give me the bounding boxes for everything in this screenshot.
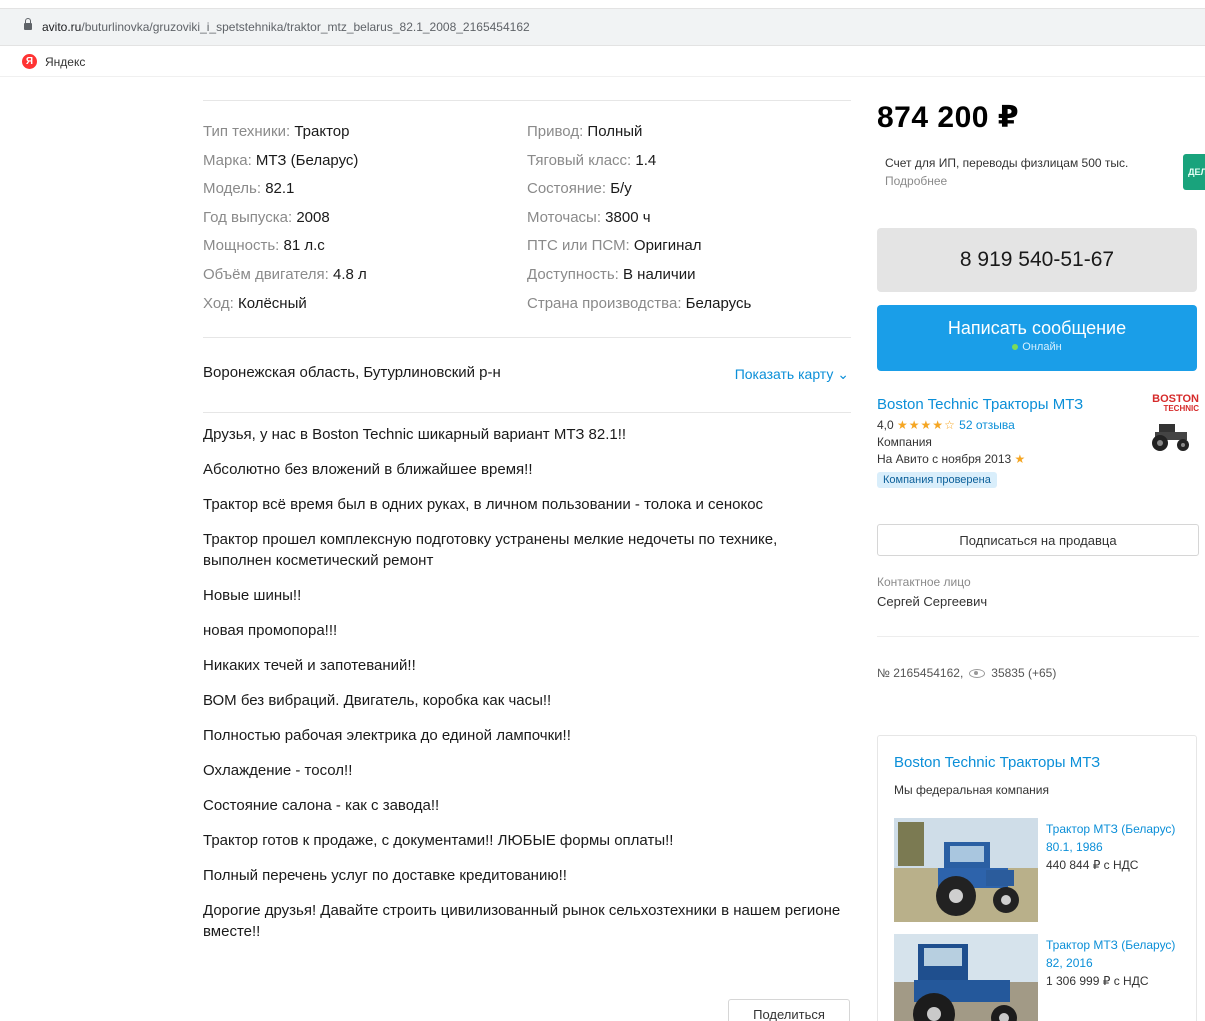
params-right: Привод: Полный Тяговый класс: 1.4 Состоя… — [527, 121, 851, 321]
description-line: Дорогие друзья! Давайте строить цивилизо… — [203, 902, 841, 940]
yandex-icon: Я — [22, 54, 37, 69]
bank-icon[interactable]: ДЕЛО — [1183, 154, 1205, 190]
tractor-photo-icon — [894, 818, 1038, 922]
credit-more-link[interactable]: Подробнее — [885, 174, 947, 188]
online-status: Онлайн — [877, 341, 1197, 353]
logo-line2: TECHNIC — [1163, 404, 1199, 413]
param-row: Состояние: Б/у — [527, 180, 632, 198]
show-map-link[interactable]: Показать карту ⌄ — [735, 366, 849, 383]
verified-badge: Компания проверена — [877, 472, 997, 488]
bookmarks-bar: Я Яндекс — [0, 47, 1205, 77]
browser-address-bar[interactable]: avito.ru/buturlinovka/gruzoviki_i_spetst… — [0, 8, 1205, 46]
sidebar: 874 200 ₽ Счет для ИП, переводы физлицам… — [877, 100, 1205, 1021]
description-line: ВОМ без вибраций. Двигатель, коробка как… — [203, 692, 552, 709]
bookmark-yandex[interactable]: Я Яндекс — [22, 54, 85, 69]
rating-stars-icon: ★★★★☆ — [897, 418, 956, 432]
contact-label: Контактное лицо — [877, 575, 971, 589]
location-row: Воронежская область, Бутурлиновский р-н … — [203, 338, 851, 412]
divider — [203, 412, 851, 414]
chevron-down-icon: ⌄ — [833, 366, 849, 383]
share-button[interactable]: Поделиться — [728, 999, 850, 1021]
ad-item[interactable]: Трактор МТЗ (Беларус) 82, 2016 1 306 999… — [894, 934, 1194, 1021]
description-line: Новые шины!! — [203, 587, 302, 604]
tractor-photo[interactable] — [894, 818, 1038, 922]
subscribe-button[interactable]: Подписаться на продавца — [877, 524, 1199, 556]
ad-item-title[interactable]: Трактор МТЗ (Беларус) 80.1, 1986 — [1046, 820, 1186, 856]
param-row: Тип техники: Трактор — [203, 123, 350, 140]
description-line: Трактор прошел комплексную подготовку ус… — [203, 531, 778, 569]
param-row: Тяговый класс: 1.4 — [527, 151, 657, 169]
views-count: 35835 (+65) — [991, 666, 1057, 680]
description-line: Никаких течей и запотеваний!! — [203, 657, 416, 674]
description-line: Трактор всё время был в одних руках, в л… — [203, 496, 764, 513]
ad-item[interactable]: Трактор МТЗ (Беларус) 80.1, 1986 440 844… — [894, 818, 1194, 928]
param-row: Привод: Полный — [527, 123, 643, 140]
param-row: Год выпуска: 2008 — [203, 208, 330, 226]
ad-item-title[interactable]: Трактор МТЗ (Беларус) 82, 2016 — [1046, 936, 1186, 972]
bookmark-label: Яндекс — [45, 54, 86, 69]
params-left: Тип техники: Трактор Марка: МТЗ (Беларус… — [203, 121, 527, 321]
description-line: Полный перечень услуг по доставке кредит… — [203, 867, 567, 884]
seller-card: Boston Technic Тракторы МТЗ 4,0 ★★★★☆ 52… — [877, 394, 1199, 488]
ad-item-text: Трактор МТЗ (Беларус) 80.1, 1986 440 844… — [1046, 820, 1186, 874]
description-line: Охлаждение - тосол!! — [203, 762, 353, 779]
description-line: новая промопора!!! — [203, 622, 338, 639]
param-row: Ход: Колёсный — [203, 294, 307, 312]
ad-item-price: 440 844 ₽ с НДС — [1046, 858, 1139, 872]
tractor-logo-icon — [1152, 424, 1189, 451]
param-row: ПТС или ПСМ: Оригинал — [527, 237, 702, 255]
param-row: Страна производства: Беларусь — [527, 294, 752, 312]
description-line: Состояние салона - как с завода!! — [203, 797, 440, 814]
description-line: Трактор готов к продаже, с документами!!… — [203, 832, 674, 849]
param-row: Объём двигателя: 4.8 л — [203, 265, 367, 283]
ad-item-price: 1 306 999 ₽ с НДС — [1046, 974, 1149, 988]
param-row: Моточасы: 3800 ч — [527, 208, 651, 226]
ad-number: № 2165454162, — [877, 666, 964, 680]
tractor-photo[interactable] — [894, 934, 1038, 1021]
listing-main: Тип техники: Трактор Марка: МТЗ (Беларус… — [203, 100, 851, 414]
seller-logo[interactable]: BOSTON TECHNIC — [1141, 394, 1199, 458]
credit-offer: Счет для ИП, переводы физлицам 500 тыс. … — [885, 156, 1129, 188]
online-dot-icon — [1012, 344, 1019, 350]
write-message-button[interactable]: Написать сообщение Онлайн — [877, 305, 1197, 371]
description-line: Абсолютно без вложений в ближайшее время… — [203, 461, 533, 478]
reviews-link[interactable]: 52 отзыва — [959, 418, 1015, 432]
ad-block-subtitle: Мы федеральная компания — [894, 783, 1049, 797]
param-row: Модель: 82.1 — [203, 180, 295, 198]
description-line: Полностью рабочая электрика до единой ла… — [203, 727, 571, 744]
location-address: Воронежская область, Бутурлиновский р-н — [203, 364, 501, 382]
phone-button[interactable]: 8 919 540-51-67 — [877, 228, 1197, 292]
ad-item-text: Трактор МТЗ (Беларус) 82, 2016 1 306 999… — [1046, 936, 1186, 990]
logo-line1: BOSTON — [1152, 393, 1199, 405]
tractor-photo-icon — [894, 934, 1038, 1021]
contact-name: Сергей Сергеевич — [877, 594, 988, 609]
seller-ads-block: Boston Technic Тракторы МТЗ Мы федеральн… — [877, 735, 1197, 1021]
ad-block-title[interactable]: Boston Technic Тракторы МТЗ — [894, 754, 1100, 771]
divider — [877, 636, 1199, 637]
url-text[interactable]: avito.ru/buturlinovka/gruzoviki_i_spetst… — [42, 20, 530, 34]
param-row: Доступность: В наличии — [527, 265, 696, 283]
medal-icon: ★ — [1014, 452, 1026, 466]
params-block: Тип техники: Трактор Марка: МТЗ (Беларус… — [203, 101, 851, 321]
eye-icon — [969, 668, 986, 678]
message-button-label: Написать сообщение — [947, 318, 1127, 338]
param-row: Мощность: 81 л.с — [203, 237, 325, 255]
param-row: Марка: МТЗ (Беларус) — [203, 151, 359, 169]
lock-icon — [24, 18, 32, 32]
price: 874 200 ₽ — [877, 101, 1020, 134]
ad-meta: № 2165454162, 35835 (+65) — [877, 666, 1056, 680]
description: Друзья, у нас в Boston Technic шикарный … — [203, 424, 843, 956]
description-line: Друзья, у нас в Boston Technic шикарный … — [203, 426, 627, 443]
